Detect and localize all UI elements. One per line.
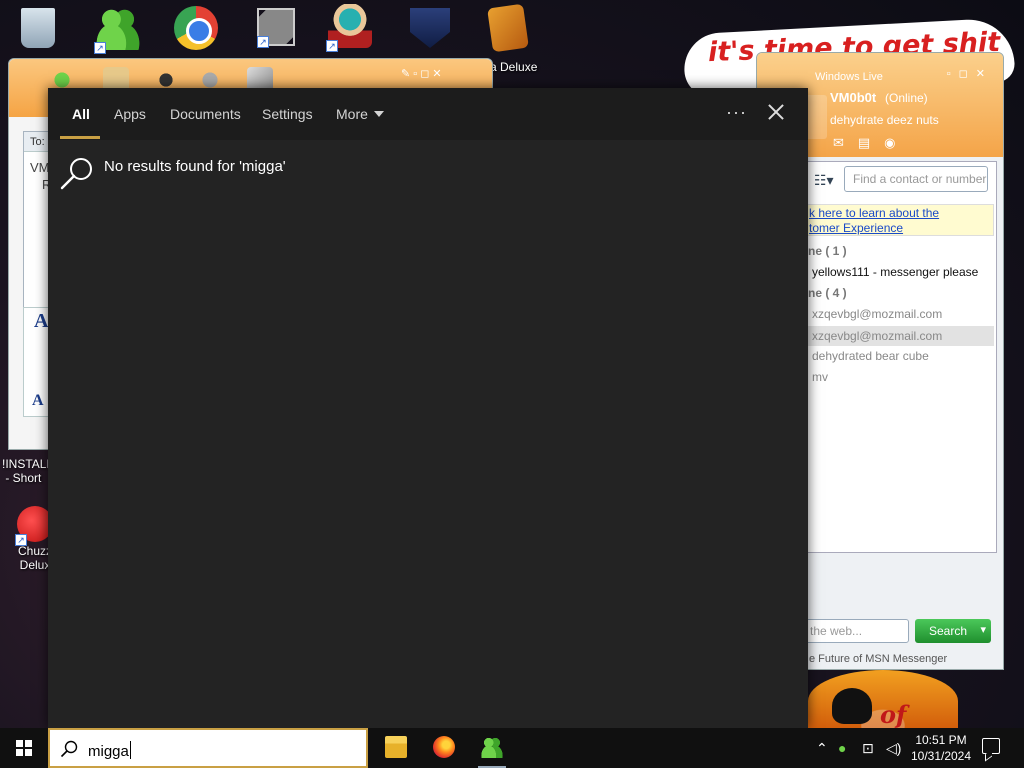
game-character-icon: ↗ bbox=[326, 4, 372, 52]
font-small-icon[interactable]: A bbox=[32, 392, 44, 410]
group-header-offline[interactable]: ne ( 4 ) bbox=[808, 286, 847, 300]
messenger-footer-link[interactable]: e Future of MSN Messenger bbox=[809, 653, 947, 665]
notification-center-icon[interactable] bbox=[982, 738, 1000, 754]
messenger-tools[interactable]: ✉▤◉ bbox=[833, 135, 910, 151]
desktop-icon-shortcut[interactable]: ↗ bbox=[246, 8, 306, 48]
desktop-icon-messenger[interactable]: ↗ bbox=[88, 6, 148, 54]
window-stack-icon: ↗ bbox=[257, 8, 295, 48]
chevron-down-icon bbox=[373, 111, 384, 117]
view-options-icon[interactable]: ☷▾ bbox=[814, 172, 834, 189]
network-icon[interactable]: ⊡ bbox=[862, 740, 874, 757]
close-icon[interactable] bbox=[766, 102, 786, 122]
windows-logo-icon bbox=[16, 740, 32, 756]
search-results-area: No results found for 'migga' bbox=[48, 140, 808, 728]
window-controls[interactable]: ▫◻✕ bbox=[947, 67, 993, 80]
shortcut-arrow-icon: ↗ bbox=[257, 36, 269, 48]
personal-message[interactable]: dehydrate deez nuts bbox=[830, 113, 939, 127]
font-icon[interactable]: A bbox=[34, 310, 48, 333]
search-filter-tabs: All Apps Documents Settings More ··· bbox=[48, 88, 808, 140]
system-clock[interactable]: 10:51 PM 10/31/2024 bbox=[906, 732, 976, 764]
desktop-icon-game[interactable]: ↗ bbox=[320, 4, 380, 52]
desktop-icon-label: !INSTALL - Short bbox=[2, 457, 54, 485]
desktop-icon-recycle-bin[interactable] bbox=[8, 8, 68, 48]
display-name[interactable]: VM0b0t bbox=[830, 90, 876, 105]
shortcut-arrow-icon: ↗ bbox=[15, 534, 27, 546]
web-search-input[interactable]: the web... bbox=[803, 619, 909, 643]
search-query: migga bbox=[88, 743, 129, 760]
desktop-icon-label: a Deluxe bbox=[490, 60, 538, 74]
desktop-icon-shield-game[interactable] bbox=[400, 8, 460, 48]
desktop-icon-chrome[interactable] bbox=[166, 6, 226, 50]
chevron-up-icon[interactable]: ⌃ bbox=[816, 740, 828, 757]
tab-apps[interactable]: Apps bbox=[114, 106, 146, 122]
active-tab-indicator bbox=[60, 136, 100, 139]
clock-time: 10:51 PM bbox=[915, 733, 967, 747]
notice-line-2: tomer Experience bbox=[809, 221, 904, 235]
messenger-icon bbox=[481, 736, 503, 758]
taskbar-search-input[interactable]: migga bbox=[88, 741, 131, 760]
text-cursor bbox=[129, 741, 131, 759]
chrome-icon bbox=[174, 6, 218, 50]
desktop-icon-install[interactable]: !INSTALL - Short bbox=[2, 455, 54, 485]
status-label[interactable]: (Online) bbox=[885, 91, 928, 105]
customer-experience-link[interactable]: k here to learn about the tomer Experien… bbox=[806, 204, 994, 236]
group-header-online[interactable]: ne ( 1 ) bbox=[808, 244, 847, 258]
contact-item[interactable]: xzqevbgl@mozmail.com bbox=[812, 307, 942, 321]
shortcut-arrow-icon: ↗ bbox=[326, 40, 338, 52]
no-results-message: No results found for 'migga' bbox=[104, 158, 286, 175]
clock-date: 10/31/2024 bbox=[910, 749, 972, 763]
taskbar: migga ⌃ ● ⊡ ◁) 10:51 PM 10/31/2024 bbox=[0, 728, 1024, 768]
shield-icon bbox=[410, 8, 450, 48]
web-search-button[interactable]: Search bbox=[915, 619, 991, 643]
taskbar-search-box[interactable]: migga bbox=[48, 728, 368, 768]
folder-icon bbox=[385, 736, 407, 758]
window-controls[interactable]: ✎ ▫ ◻ ✕ bbox=[401, 67, 442, 80]
bandicoot-icon bbox=[487, 3, 529, 53]
tab-documents[interactable]: Documents bbox=[170, 106, 241, 122]
messenger-icon: ↗ bbox=[94, 6, 140, 54]
search-icon bbox=[60, 740, 78, 758]
desktop-icon-bandicoot[interactable] bbox=[478, 3, 538, 53]
notice-line-1: k here to learn about the bbox=[809, 206, 940, 220]
shortcut-arrow-icon: ↗ bbox=[94, 42, 106, 54]
tab-settings[interactable]: Settings bbox=[262, 106, 313, 122]
contact-item[interactable]: dehydrated bear cube bbox=[812, 349, 929, 363]
contact-item[interactable]: yellows111 - messenger please bbox=[812, 265, 978, 279]
taskbar-app-messenger[interactable] bbox=[468, 728, 516, 768]
window-title: Windows Live bbox=[815, 71, 883, 83]
contact-item-selected[interactable]: xzqevbgl@mozmail.com bbox=[806, 326, 994, 346]
taskbar-app-firefox[interactable] bbox=[420, 728, 468, 768]
tab-all[interactable]: All bbox=[72, 106, 90, 122]
contact-item[interactable]: mv bbox=[812, 370, 828, 384]
search-icon bbox=[60, 158, 92, 190]
taskbar-app-file-explorer[interactable] bbox=[372, 728, 420, 768]
firefox-icon bbox=[433, 736, 455, 758]
volume-icon[interactable]: ◁) bbox=[886, 740, 901, 757]
tab-more-label: More bbox=[336, 106, 368, 122]
messenger-tray-icon[interactable]: ● bbox=[838, 740, 846, 756]
wallpaper-text-2: of bbox=[880, 700, 907, 729]
recycle-bin-icon bbox=[21, 8, 55, 48]
contact-search-input[interactable]: Find a contact or number bbox=[844, 166, 988, 192]
windows-search-panel: All Apps Documents Settings More ··· No … bbox=[48, 88, 808, 728]
start-button[interactable] bbox=[0, 728, 48, 768]
ellipsis-icon[interactable]: ··· bbox=[726, 102, 747, 123]
tab-more[interactable]: More bbox=[336, 106, 384, 122]
